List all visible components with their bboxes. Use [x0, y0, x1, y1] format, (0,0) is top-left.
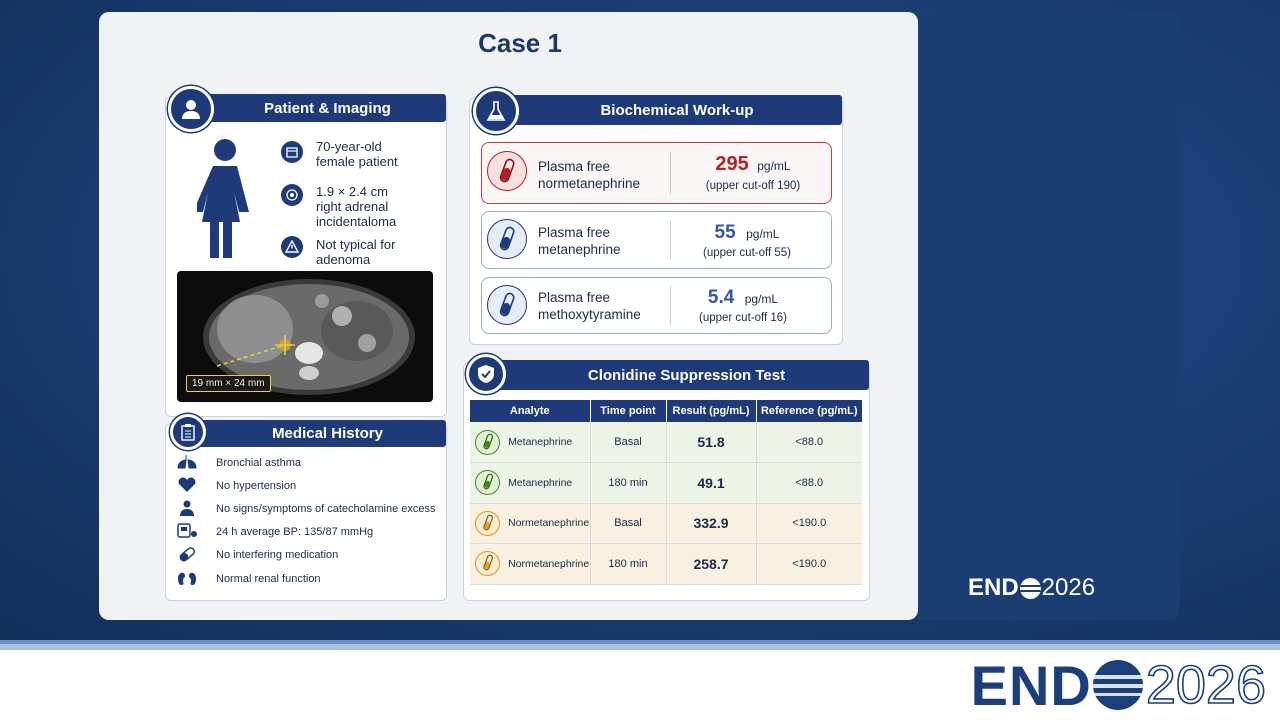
biochem-analyte: Plasma free normetanephrine	[538, 159, 641, 191]
bp-monitor-icon	[177, 523, 197, 538]
ct-measure-label: 19 mm × 24 mm	[186, 375, 271, 392]
lesion-size: 1.9 × 2.4 cm right adrenal incidentaloma	[316, 184, 397, 229]
reference-cell: <88.0	[756, 422, 862, 463]
person-icon	[180, 500, 194, 516]
test-tube-blue-icon	[487, 219, 527, 259]
patient-age: 70-year-old female patient	[316, 139, 398, 169]
result-cell: 49.1	[666, 462, 757, 504]
shield-check-icon	[466, 354, 506, 394]
lungs-icon	[177, 455, 197, 469]
time-cell: Basal	[590, 503, 667, 544]
test-tube-red-icon	[487, 151, 527, 191]
patient-icon	[168, 86, 214, 132]
result-cell: 258.7	[666, 543, 757, 585]
test-tube-blue-icon	[487, 285, 527, 325]
patient-heading: Patient & Imaging	[189, 94, 446, 122]
biochem-heading: Biochemical Work-up	[492, 95, 842, 125]
reference-cell: <88.0	[756, 462, 862, 504]
biochem-analyte: Plasma free metanephrine	[538, 225, 621, 257]
flask-icon	[473, 88, 519, 134]
biochem-ref: (upper cut-off 55)	[702, 247, 791, 259]
column-header: Result (pg/mL)	[666, 400, 757, 422]
table-row: Normetanephrine Basal 332.9 <190.0	[470, 503, 862, 544]
biochem-divider	[670, 152, 671, 194]
column-header: Reference (pg/mL)	[756, 400, 862, 422]
result-cell: 51.8	[666, 422, 757, 463]
heart-icon	[178, 477, 196, 492]
test-tube-orange-icon	[475, 551, 500, 577]
test-tube-green-icon	[475, 470, 500, 496]
table-row: Normetanephrine 180 min 258.7 <190.0	[470, 543, 862, 585]
time-cell: 180 min	[590, 462, 667, 504]
logo-year: 2026	[1145, 654, 1267, 716]
globe-icon	[1019, 577, 1041, 599]
test-tube-orange-icon	[475, 510, 500, 536]
history-heading: Medical History	[189, 420, 446, 447]
side-logo-word: END	[968, 574, 1019, 601]
table-header-row: Analyte Time point Result (pg/mL) Refere…	[470, 400, 862, 422]
target-icon	[281, 184, 303, 206]
biochem-ref: (upper cut-off 190)	[705, 180, 801, 192]
time-cell: 180 min	[590, 543, 667, 585]
side-logo: END 2026	[968, 574, 1095, 602]
biochem-result: 295 pg/mL	[715, 153, 791, 175]
footer-logo: END 2026	[971, 654, 1267, 717]
side-logo-year: 2026	[1041, 574, 1096, 601]
clonidine-table: Analyte Time point Result (pg/mL) Refere…	[470, 400, 862, 585]
clonidine-table-wrap: Analyte Time point Result (pg/mL) Refere…	[470, 400, 862, 585]
logo-word: END	[970, 653, 1092, 717]
biochem-analyte: Plasma free methoxytyramine	[538, 290, 641, 322]
calendar-icon	[281, 141, 303, 163]
female-figure-icon	[193, 138, 253, 260]
ct-scan-image: 19 mm × 24 mm	[177, 271, 433, 402]
pill-icon	[179, 547, 196, 562]
page-title: Case 1	[478, 28, 562, 58]
side-panel	[918, 12, 1180, 620]
biochem-ref: (upper cut-off 16)	[698, 312, 787, 324]
column-header: Analyte	[470, 400, 591, 422]
time-cell: Basal	[590, 422, 667, 463]
globe-icon	[1092, 660, 1143, 710]
table-row: Metanephrine 180 min 49.1 <88.0	[470, 462, 862, 504]
biochem-result: 5.4 pg/mL	[707, 287, 779, 308]
reference-cell: <190.0	[756, 503, 862, 544]
clipboard-icon	[170, 414, 206, 450]
warning-icon	[281, 236, 303, 258]
column-header: Time point	[590, 400, 667, 422]
biochem-result: 55 pg/mL	[714, 222, 780, 243]
kidney-icon	[178, 572, 196, 585]
result-cell: 332.9	[666, 503, 757, 544]
adenoma-note: Not typical for adenoma	[316, 237, 396, 267]
biochem-divider	[670, 220, 671, 260]
clonidine-heading: Clonidine Suppression Test	[484, 360, 869, 390]
reference-cell: <190.0	[756, 543, 862, 585]
test-tube-green-icon	[475, 429, 500, 455]
table-row: Metanephrine Basal 51.8 <88.0	[470, 422, 862, 463]
